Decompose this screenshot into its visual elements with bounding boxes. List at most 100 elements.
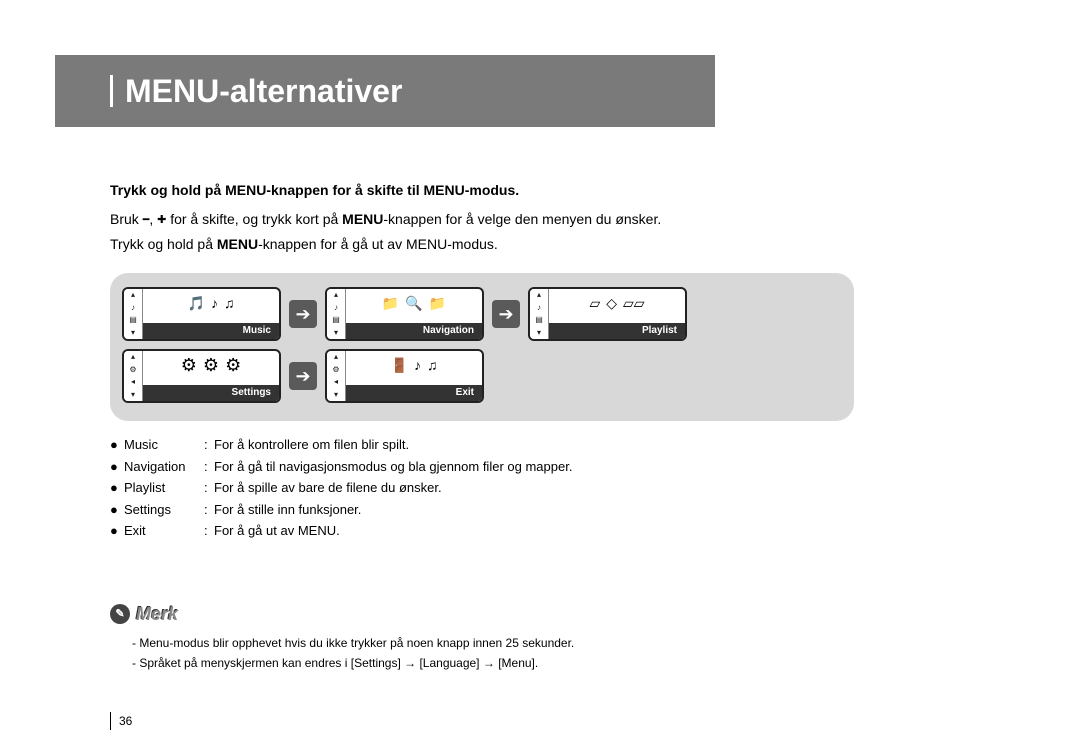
screen-sidebar: ▴ ⚙ ◂ ▾ [327, 351, 346, 401]
note-title: Merk [136, 601, 178, 628]
screen-music: ▴ ♪ ▤ ▾ 🎵 ♪ ♫ Music [122, 287, 281, 341]
arrow-down-icon: ▾ [334, 389, 338, 401]
exit-icons: 🚪 ♪ ♫ [346, 351, 482, 379]
screen-label: Settings [143, 385, 279, 401]
screen-main: 🚪 ♪ ♫ Exit [346, 351, 482, 401]
instruction-line-2: Bruk ━, ✚ for å skifte, og trykk kort på… [110, 209, 870, 230]
music-note-icon: ♫ [224, 293, 235, 314]
screen-navigation: ▴ ♪ ▤ ▾ 📁 🔍 📁 Navigation [325, 287, 484, 341]
playlist-icons: ▱ ◇ ▱▱ [549, 289, 685, 317]
note-line: - Språket på menyskjermen kan endres i [… [132, 654, 870, 672]
list-icon: ▤ [332, 314, 340, 326]
arrow-up-icon: ▴ [334, 289, 338, 301]
colon: : [204, 435, 214, 455]
instruction-line-3: Trykk og hold på MENU-knappen for å gå u… [110, 234, 870, 255]
gear-icon: ⚙ [225, 352, 241, 379]
screen-sidebar: ▴ ♪ ▤ ▾ [530, 289, 549, 339]
arrow-down-icon: ▾ [131, 327, 135, 339]
arrow-right-icon: ➔ [289, 362, 317, 390]
colon: : [204, 521, 214, 541]
note-line: - Menu-modus blir opphevet hvis du ikke … [132, 634, 870, 652]
text-fragment: for å skifte, og trykk kort på [166, 211, 342, 227]
folder-icon: 📁 [382, 293, 399, 314]
bullet-icon: ● [110, 521, 124, 541]
note-badge-icon: ✎ [110, 604, 130, 624]
card-icon: ◇ [606, 293, 617, 314]
gear-icon: ⚙ [129, 364, 136, 376]
list-item: ● Settings : For å stille inn funksjoner… [110, 500, 870, 520]
search-icon: 🔍 [405, 293, 422, 314]
note-heading: ✎ Merk [110, 601, 870, 628]
page-number: 36 [110, 712, 132, 730]
desc-text: For å stille inn funksjoner. [214, 500, 361, 520]
arrow-up-icon: ▴ [131, 289, 135, 301]
settings-icons: ⚙ ⚙ ⚙ [143, 351, 279, 379]
screens-row-1: ▴ ♪ ▤ ▾ 🎵 ♪ ♫ Music ➔ ▴ [122, 287, 842, 341]
screen-label: Exit [346, 385, 482, 401]
text-fragment: Trykk og hold på [110, 236, 217, 252]
bullet-icon: ● [110, 478, 124, 498]
arrow-down-icon: ▾ [537, 327, 541, 339]
screen-main: ▱ ◇ ▱▱ Playlist [549, 289, 685, 339]
text-fragment: Bruk [110, 211, 143, 227]
list-item: ● Exit : For å gå ut av MENU. [110, 521, 870, 541]
menu-bold: MENU [217, 236, 258, 252]
arrow-up-icon: ▴ [537, 289, 541, 301]
music-note-icon: 🎵 [188, 293, 205, 314]
screen-label: Music [143, 323, 279, 339]
plus-icon: ✚ [157, 212, 166, 229]
desc-text: For å gå ut av MENU. [214, 521, 340, 541]
comma: , [149, 211, 157, 227]
screen-label: Playlist [549, 323, 685, 339]
colon: : [204, 457, 214, 477]
note-icon: ♪ [537, 302, 541, 314]
arrow-down-icon: ▾ [334, 327, 338, 339]
desc-term: Settings [124, 500, 204, 520]
gear-icon: ⚙ [203, 352, 219, 379]
description-list: ● Music : For å kontrollere om filen bli… [110, 435, 870, 541]
note-section: ✎ Merk - Menu-modus blir opphevet hvis d… [110, 601, 870, 672]
screen-sidebar: ▴ ⚙ ◂ ▾ [124, 351, 143, 401]
screen-main: 📁 🔍 📁 Navigation [346, 289, 482, 339]
arrow-up-icon: ▴ [131, 351, 135, 363]
screen-main: 🎵 ♪ ♫ Music [143, 289, 279, 339]
desc-text: For å kontrollere om filen blir spilt. [214, 435, 409, 455]
desc-text: For å gå til navigasjonsmodus og bla gje… [214, 457, 572, 477]
screens-panel: ▴ ♪ ▤ ▾ 🎵 ♪ ♫ Music ➔ ▴ [110, 273, 854, 421]
list-item: ● Playlist : For å spille av bare de fil… [110, 478, 870, 498]
cards-icon: ▱▱ [623, 293, 645, 314]
arrow-up-icon: ▴ [334, 351, 338, 363]
list-item: ● Navigation : For å gå til navigasjonsm… [110, 457, 870, 477]
list-item: ● Music : For å kontrollere om filen bli… [110, 435, 870, 455]
menu-bold: MENU [342, 211, 383, 227]
music-note-icon: ♫ [427, 355, 438, 376]
text-fragment: -knappen for å gå ut av MENU-modus. [258, 236, 498, 252]
note-icon: ♪ [334, 302, 338, 314]
gear-icon: ⚙ [181, 352, 197, 379]
arrow-left-icon: ◂ [131, 376, 135, 388]
text-fragment: -knappen for å velge den menyen du ønske… [383, 211, 661, 227]
music-icons: 🎵 ♪ ♫ [143, 289, 279, 317]
instruction-main: Trykk og hold på MENU-knappen for å skif… [110, 180, 870, 201]
screen-sidebar: ▴ ♪ ▤ ▾ [327, 289, 346, 339]
screen-main: ⚙ ⚙ ⚙ Settings [143, 351, 279, 401]
content-area: Trykk og hold på MENU-knappen for å skif… [110, 180, 870, 674]
screen-playlist: ▴ ♪ ▤ ▾ ▱ ◇ ▱▱ Playlist [528, 287, 687, 341]
screen-sidebar: ▴ ♪ ▤ ▾ [124, 289, 143, 339]
music-note-icon: ♪ [414, 355, 421, 376]
screens-row-2: ▴ ⚙ ◂ ▾ ⚙ ⚙ ⚙ Settings ➔ ▴ [122, 349, 842, 403]
desc-term: Music [124, 435, 204, 455]
bullet-icon: ● [110, 435, 124, 455]
screen-settings: ▴ ⚙ ◂ ▾ ⚙ ⚙ ⚙ Settings [122, 349, 281, 403]
colon: : [204, 478, 214, 498]
arrow-down-icon: ▾ [131, 389, 135, 401]
bullet-icon: ● [110, 500, 124, 520]
desc-term: Playlist [124, 478, 204, 498]
bullet-icon: ● [110, 457, 124, 477]
arrow-right-icon: ➔ [492, 300, 520, 328]
folder-icon: 📁 [429, 293, 446, 314]
music-note-icon: ♪ [211, 293, 218, 314]
colon: : [204, 500, 214, 520]
desc-term: Navigation [124, 457, 204, 477]
list-icon: ▤ [129, 314, 137, 326]
